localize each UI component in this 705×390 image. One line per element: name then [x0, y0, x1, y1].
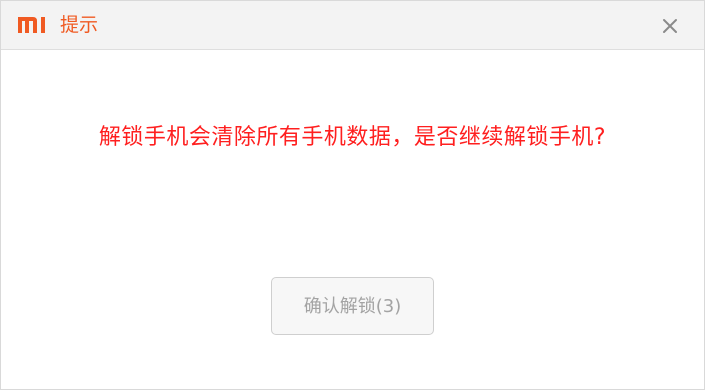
confirm-unlock-button[interactable]: 确认解锁(3) — [271, 277, 434, 335]
unlock-warning-message: 解锁手机会清除所有手机数据，是否继续解锁手机? — [98, 125, 607, 150]
close-icon[interactable] — [658, 14, 682, 38]
mi-logo-icon — [18, 17, 45, 33]
unlock-confirm-dialog: 提示 解锁手机会清除所有手机数据，是否继续解锁手机? 确认解锁(3) — [0, 0, 705, 390]
dialog-titlebar: 提示 — [1, 1, 704, 50]
dialog-title: 提示 — [60, 14, 99, 36]
